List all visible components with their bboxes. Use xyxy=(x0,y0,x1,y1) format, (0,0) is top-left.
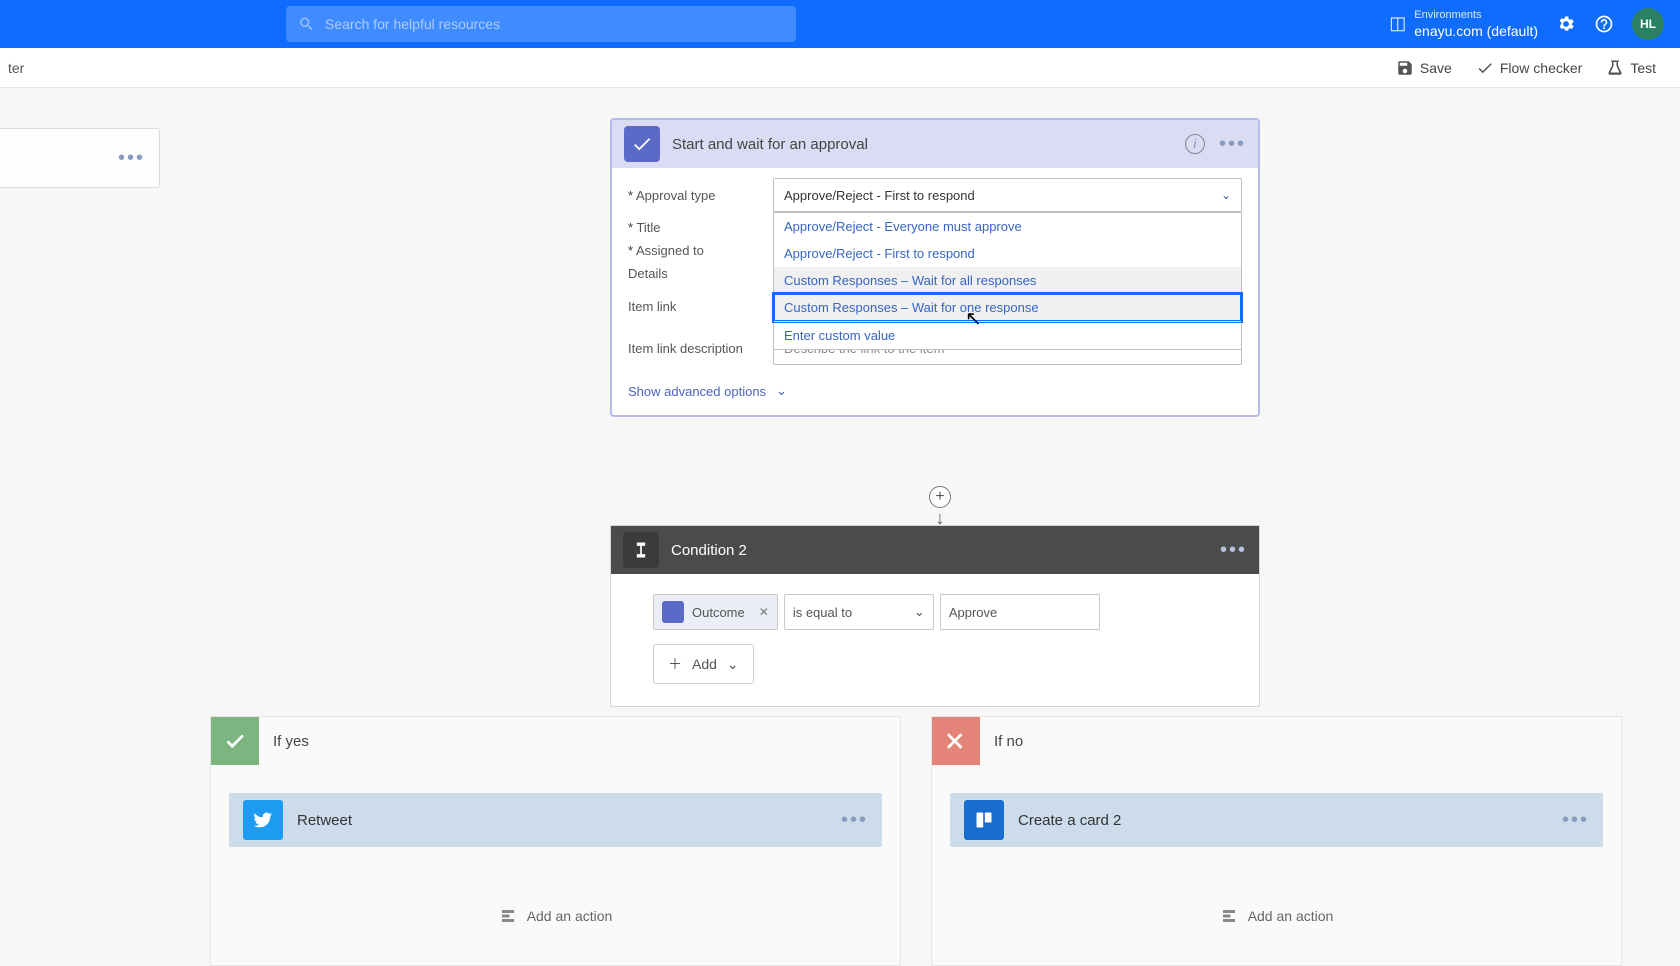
environment-icon: ◫ xyxy=(1389,12,1406,35)
add-action-button[interactable]: Add an action xyxy=(950,907,1603,925)
approval-card-title: Start and wait for an approval xyxy=(672,136,1173,153)
dropdown-option[interactable]: Custom Responses – Wait for all response… xyxy=(774,267,1241,294)
outcome-token-icon xyxy=(662,601,684,623)
twitter-icon xyxy=(243,800,283,840)
more-menu-icon[interactable]: ••• xyxy=(118,147,145,170)
dropdown-option[interactable]: Approve/Reject - Everyone must approve xyxy=(774,213,1241,240)
chevron-down-icon: ⌄ xyxy=(727,656,739,673)
show-advanced-options[interactable]: Show advanced options ⌄ xyxy=(628,383,787,399)
search-input[interactable] xyxy=(325,16,784,32)
info-icon[interactable]: i xyxy=(1185,134,1205,154)
nav-label-fragment: ter xyxy=(8,60,24,76)
condition-title: Condition 2 xyxy=(671,542,1208,559)
environment-picker[interactable]: ◫ Environments enayu.com (default) xyxy=(1389,8,1538,40)
flow-checker-button[interactable]: Flow checker xyxy=(1476,59,1582,77)
condition-header[interactable]: Condition 2 ••• xyxy=(611,526,1259,574)
add-step-connector[interactable]: + ↓ xyxy=(929,486,951,529)
condition-branches: If yes Retweet ••• Add an action xyxy=(210,716,1622,966)
approval-type-dropdown: Approve/Reject - Everyone must approve A… xyxy=(773,212,1242,350)
condition-right-operand[interactable]: Approve xyxy=(940,594,1100,630)
approval-type-select[interactable]: Approve/Reject - First to respond ⌄ xyxy=(773,178,1242,212)
more-menu-icon[interactable]: ••• xyxy=(1562,809,1589,832)
retweet-action-card[interactable]: Retweet ••• xyxy=(229,793,882,847)
flow-checker-icon xyxy=(1476,59,1494,77)
test-beaker-icon xyxy=(1606,59,1624,77)
help-icon[interactable] xyxy=(1594,14,1614,34)
create-card-action[interactable]: Create a card 2 ••• xyxy=(950,793,1603,847)
if-no-branch: If no Create a card 2 ••• Add an action xyxy=(931,716,1622,966)
more-menu-icon[interactable]: ••• xyxy=(1220,539,1247,562)
trello-icon xyxy=(964,800,1004,840)
chevron-down-icon: ⌄ xyxy=(1221,188,1231,202)
label-item-link-desc: Item link description xyxy=(628,341,773,356)
close-icon xyxy=(932,717,980,765)
label-approval-type: Approval type xyxy=(628,188,773,203)
approval-icon xyxy=(624,126,660,162)
if-no-header: If no xyxy=(932,717,1621,765)
more-menu-icon[interactable]: ••• xyxy=(1219,133,1246,156)
label-item-link: Item link xyxy=(628,299,773,314)
if-yes-branch: If yes Retweet ••• Add an action xyxy=(210,716,901,966)
dropdown-custom-value[interactable]: Enter custom value xyxy=(774,321,1241,349)
env-name: enayu.com (default) xyxy=(1414,22,1538,40)
env-heading: Environments xyxy=(1414,8,1538,22)
add-action-button[interactable]: Add an action xyxy=(229,907,882,925)
flow-canvas[interactable]: ••• Start and wait for an approval i •••… xyxy=(0,88,1680,945)
condition-left-operand[interactable]: Outcome ✕ xyxy=(653,594,778,630)
plus-icon: ＋ xyxy=(668,654,682,674)
add-condition-button[interactable]: ＋ Add ⌄ xyxy=(653,644,754,684)
dropdown-option-highlighted[interactable]: Custom Responses – Wait for one response xyxy=(774,294,1241,321)
check-icon xyxy=(211,717,259,765)
settings-gear-icon[interactable] xyxy=(1556,14,1576,34)
partial-trigger-card[interactable]: ••• xyxy=(0,128,160,188)
label-assigned-to: Assigned to xyxy=(628,243,773,258)
dropdown-option[interactable]: Approve/Reject - First to respond xyxy=(774,240,1241,267)
save-icon xyxy=(1396,59,1414,77)
more-menu-icon[interactable]: ••• xyxy=(841,809,868,832)
approval-card-header[interactable]: Start and wait for an approval i ••• xyxy=(612,120,1258,168)
remove-token-icon[interactable]: ✕ xyxy=(759,605,769,619)
top-app-bar: ◫ Environments enayu.com (default) HL xyxy=(0,0,1680,48)
search-icon xyxy=(298,15,315,33)
user-avatar[interactable]: HL xyxy=(1632,8,1664,40)
command-bar: ter Save Flow checker Test xyxy=(0,48,1680,88)
plus-icon[interactable]: + xyxy=(929,486,951,508)
approval-action-card: Start and wait for an approval i ••• App… xyxy=(610,118,1260,417)
label-details: Details xyxy=(628,266,773,281)
condition-operator-select[interactable]: is equal to ⌄ xyxy=(784,594,934,630)
condition-icon xyxy=(623,532,659,568)
chevron-down-icon: ⌄ xyxy=(914,604,925,620)
if-yes-header: If yes xyxy=(211,717,900,765)
label-title: Title xyxy=(628,220,773,235)
save-button[interactable]: Save xyxy=(1396,59,1452,77)
chevron-down-icon: ⌄ xyxy=(776,383,787,399)
add-action-icon xyxy=(499,907,517,925)
global-search[interactable] xyxy=(286,6,796,42)
test-button[interactable]: Test xyxy=(1606,59,1656,77)
condition-card: Condition 2 ••• Outcome ✕ is equal to ⌄ … xyxy=(610,525,1260,707)
add-action-icon xyxy=(1220,907,1238,925)
